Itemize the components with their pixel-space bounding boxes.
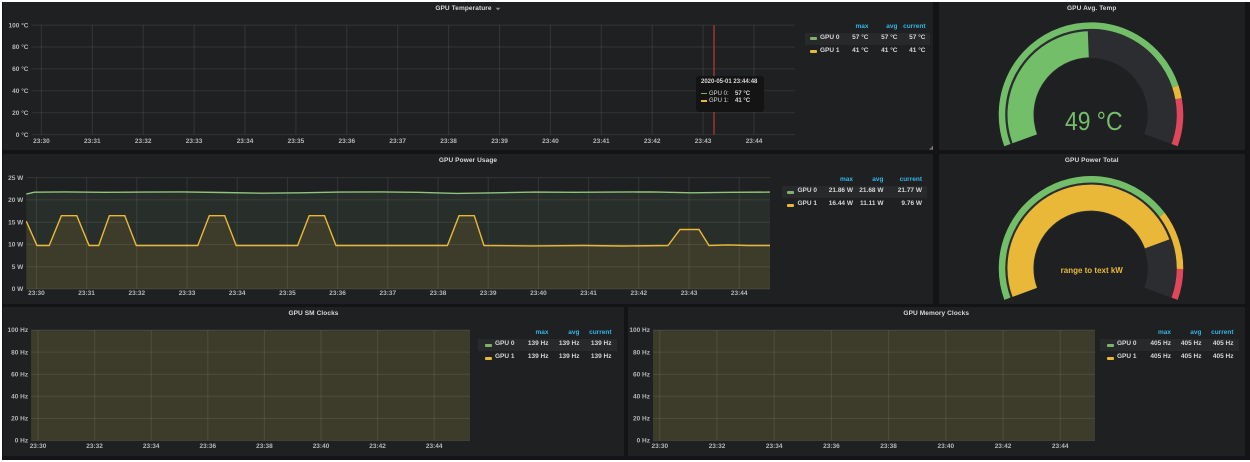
svg-text:23:33: 23:33 xyxy=(179,290,196,297)
svg-text:23:38: 23:38 xyxy=(430,290,447,297)
svg-text:60 °C: 60 °C xyxy=(12,65,29,73)
svg-text:23:32: 23:32 xyxy=(135,138,152,145)
svg-text:5 W: 5 W xyxy=(12,264,24,271)
svg-text:60 Hz: 60 Hz xyxy=(633,371,651,378)
svg-text:23:35: 23:35 xyxy=(288,138,305,145)
svg-text:23:32: 23:32 xyxy=(709,443,726,450)
svg-text:23:34: 23:34 xyxy=(766,443,783,450)
svg-text:23:36: 23:36 xyxy=(338,138,355,145)
svg-text:23:42: 23:42 xyxy=(369,443,386,450)
svg-text:20 Hz: 20 Hz xyxy=(633,416,651,423)
svg-text:23:42: 23:42 xyxy=(995,443,1012,450)
svg-text:23:39: 23:39 xyxy=(480,290,497,297)
svg-text:23:30: 23:30 xyxy=(651,443,668,450)
svg-text:23:34: 23:34 xyxy=(143,443,160,450)
svg-text:23:42: 23:42 xyxy=(644,138,661,145)
svg-text:23:40: 23:40 xyxy=(530,290,547,297)
svg-text:23:35: 23:35 xyxy=(279,290,296,297)
svg-text:0 °C: 0 °C xyxy=(16,131,29,139)
svg-text:23:33: 23:33 xyxy=(186,138,203,145)
svg-text:23:40: 23:40 xyxy=(313,443,330,450)
svg-text:23:44: 23:44 xyxy=(426,443,443,450)
svg-text:23:40: 23:40 xyxy=(542,138,559,145)
svg-text:23:37: 23:37 xyxy=(379,290,396,297)
svg-text:15 W: 15 W xyxy=(8,219,24,226)
svg-text:0 Hz: 0 Hz xyxy=(15,438,29,445)
svg-text:23:38: 23:38 xyxy=(256,443,273,450)
svg-text:23:39: 23:39 xyxy=(491,138,508,145)
svg-text:23:44: 23:44 xyxy=(1052,443,1069,450)
svg-text:23:31: 23:31 xyxy=(84,138,101,145)
svg-text:23:41: 23:41 xyxy=(580,290,597,297)
svg-text:60 Hz: 60 Hz xyxy=(11,371,29,378)
svg-text:23:36: 23:36 xyxy=(329,290,346,297)
svg-text:23:44: 23:44 xyxy=(746,138,763,145)
svg-text:23:32: 23:32 xyxy=(86,443,103,450)
svg-text:23:37: 23:37 xyxy=(389,138,406,145)
svg-text:23:38: 23:38 xyxy=(880,443,897,450)
svg-text:23:30: 23:30 xyxy=(28,290,45,297)
svg-text:10 W: 10 W xyxy=(8,242,24,249)
svg-text:23:30: 23:30 xyxy=(30,443,47,450)
svg-text:23:36: 23:36 xyxy=(823,443,840,450)
svg-text:40 Hz: 40 Hz xyxy=(11,394,29,401)
svg-text:0 W: 0 W xyxy=(12,286,24,293)
svg-text:23:43: 23:43 xyxy=(695,138,712,145)
svg-text:23:40: 23:40 xyxy=(937,443,954,450)
svg-text:40 Hz: 40 Hz xyxy=(633,394,651,401)
svg-text:23:34: 23:34 xyxy=(237,138,254,145)
svg-text:20 Hz: 20 Hz xyxy=(11,416,29,423)
svg-text:23:36: 23:36 xyxy=(199,443,216,450)
svg-text:0 Hz: 0 Hz xyxy=(637,438,651,445)
svg-text:20 °C: 20 °C xyxy=(12,109,29,117)
svg-text:23:42: 23:42 xyxy=(630,290,647,297)
svg-text:40 °C: 40 °C xyxy=(12,87,29,95)
svg-text:23:43: 23:43 xyxy=(681,290,698,297)
svg-text:23:31: 23:31 xyxy=(78,290,95,297)
svg-text:23:38: 23:38 xyxy=(440,138,457,145)
svg-text:23:41: 23:41 xyxy=(593,138,610,145)
svg-text:23:30: 23:30 xyxy=(33,138,50,145)
svg-text:23:34: 23:34 xyxy=(229,290,246,297)
svg-text:23:44: 23:44 xyxy=(731,290,748,297)
svg-text:23:32: 23:32 xyxy=(128,290,145,297)
